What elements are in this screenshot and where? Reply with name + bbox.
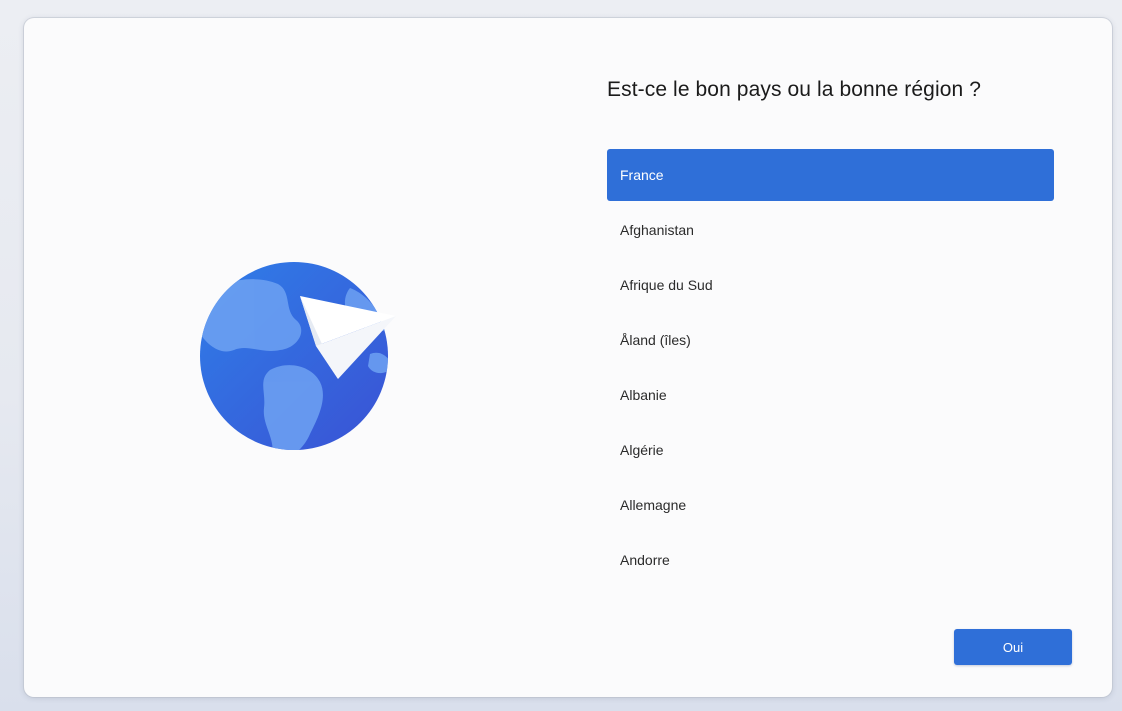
oui-button[interactable]: Oui <box>954 629 1072 665</box>
region-list: France Afghanistan Afrique du Sud Åland … <box>607 149 1054 589</box>
region-label: Allemagne <box>620 497 687 513</box>
list-item[interactable]: France <box>607 149 1054 201</box>
list-item[interactable]: Afghanistan <box>607 204 1054 256</box>
list-item[interactable]: Allemagne <box>607 479 1054 531</box>
region-label: Åland (îles) <box>620 332 691 348</box>
region-label: Andorre <box>620 552 670 568</box>
region-label: Afghanistan <box>620 222 694 238</box>
page-title: Est-ce le bon pays ou la bonne région ? <box>607 78 981 101</box>
region-label: Albanie <box>620 387 667 403</box>
region-label: Afrique du Sud <box>620 277 713 293</box>
region-label: France <box>620 167 664 183</box>
region-label: Algérie <box>620 442 664 458</box>
list-item[interactable]: Andorre <box>607 534 1054 586</box>
list-item[interactable]: Åland (îles) <box>607 314 1054 366</box>
globe-paper-plane-icon <box>200 258 440 458</box>
list-item[interactable]: Algérie <box>607 424 1054 476</box>
oobe-window: Est-ce le bon pays ou la bonne région ? … <box>24 18 1112 697</box>
list-item[interactable]: Albanie <box>607 369 1054 421</box>
list-item[interactable]: Afrique du Sud <box>607 259 1054 311</box>
